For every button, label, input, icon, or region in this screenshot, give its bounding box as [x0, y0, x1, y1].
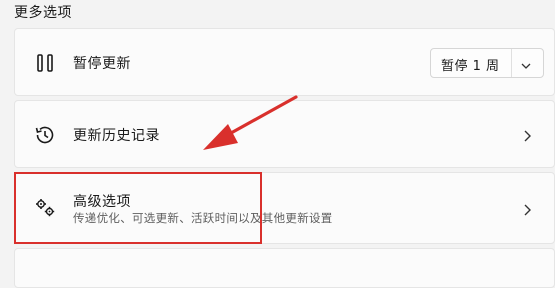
chevron-down-icon[interactable]	[519, 57, 533, 69]
advanced-options-card[interactable]: 高级选项 传递优化、可选更新、活跃时间以及其他更新设置	[14, 172, 555, 244]
pause-updates-label: 暂停更新	[73, 56, 131, 72]
chevron-right-icon	[520, 128, 534, 142]
pause-icon	[33, 51, 57, 75]
update-history-label: 更新历史记录	[73, 128, 160, 144]
history-icon	[33, 123, 57, 147]
chevron-right-icon	[520, 202, 534, 216]
update-history-card[interactable]: 更新历史记录	[14, 100, 555, 168]
next-option-card[interactable]	[14, 248, 555, 288]
pause-updates-card: 暂停更新 暂停 1 周	[14, 28, 555, 96]
advanced-options-label: 高级选项	[73, 194, 131, 210]
section-title: 更多选项	[14, 5, 72, 21]
gears-icon	[33, 195, 57, 219]
pause-duration-select[interactable]: 暂停 1 周	[430, 48, 544, 78]
advanced-options-description: 传递优化、可选更新、活跃时间以及其他更新设置	[73, 211, 333, 225]
select-divider	[511, 49, 512, 77]
pause-duration-value: 暂停 1 周	[441, 59, 500, 74]
